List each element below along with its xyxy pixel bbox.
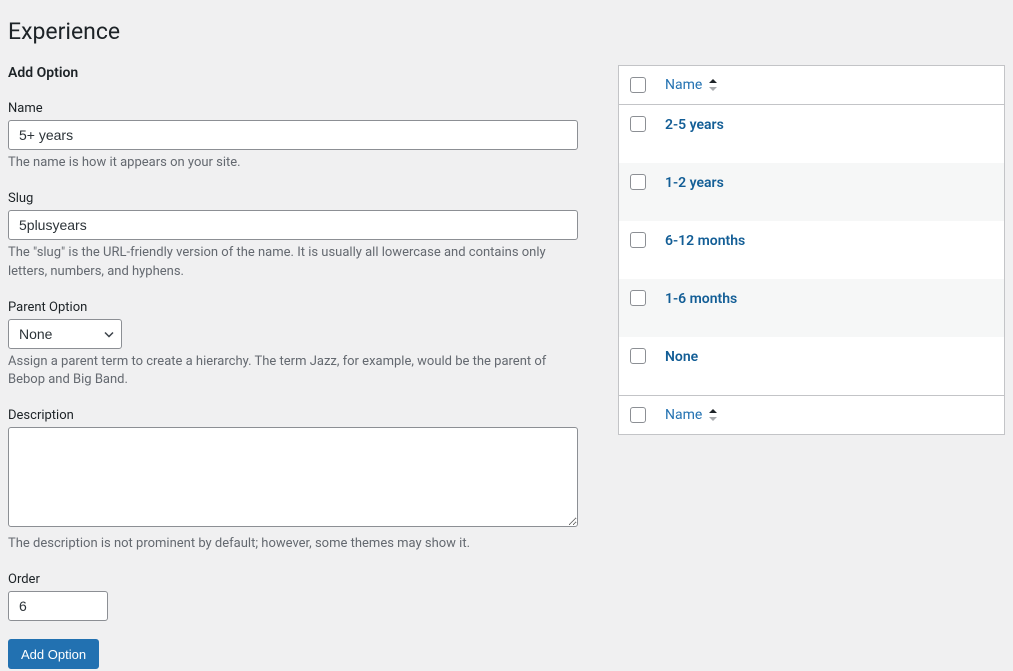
description-help: The description is not prominent by defa… — [8, 535, 578, 554]
form-subtitle: Add Option — [8, 65, 578, 81]
select-all-checkbox-bottom[interactable] — [630, 407, 646, 423]
table-row: 1-2 years — [619, 163, 1004, 221]
parent-label: Parent Option — [8, 300, 578, 315]
term-link[interactable]: 1-6 months — [665, 291, 737, 307]
order-input[interactable] — [8, 591, 108, 621]
table-row: 1-6 months — [619, 279, 1004, 337]
description-label: Description — [8, 408, 578, 423]
select-all-checkbox-top[interactable] — [630, 77, 646, 93]
table-row: None — [619, 337, 1004, 395]
row-checkbox[interactable] — [630, 290, 646, 306]
name-input[interactable] — [8, 120, 578, 150]
slug-label: Slug — [8, 191, 578, 206]
sort-icon — [708, 79, 718, 91]
row-checkbox[interactable] — [630, 116, 646, 132]
col-name-header[interactable]: Name — [655, 66, 1004, 105]
row-checkbox[interactable] — [630, 174, 646, 190]
slug-input[interactable] — [8, 210, 578, 240]
term-link[interactable]: 6-12 months — [665, 233, 745, 249]
table-row: 6-12 months — [619, 221, 1004, 279]
term-link[interactable]: 2-5 years — [665, 117, 724, 133]
row-checkbox[interactable] — [630, 348, 646, 364]
order-label: Order — [8, 572, 578, 587]
add-option-form: Add Option Name The name is how it appea… — [8, 65, 578, 669]
row-checkbox[interactable] — [630, 232, 646, 248]
name-label: Name — [8, 101, 578, 116]
name-help: The name is how it appears on your site. — [8, 154, 578, 173]
parent-select[interactable]: None — [8, 319, 122, 349]
col-name-label-footer: Name — [665, 407, 702, 423]
term-link[interactable]: 1-2 years — [665, 175, 724, 191]
col-name-label: Name — [665, 77, 702, 93]
description-input[interactable] — [8, 427, 578, 527]
slug-help: The "slug" is the URL-friendly version o… — [8, 244, 578, 282]
parent-help: Assign a parent term to create a hierarc… — [8, 353, 578, 391]
term-link[interactable]: None — [665, 349, 698, 365]
terms-list: Name 2-5 years 1-2 years 6-12 months 1-6 mo… — [618, 65, 1005, 669]
page-title: Experience — [8, 18, 1005, 45]
col-name-footer[interactable]: Name — [655, 395, 1004, 434]
add-option-button[interactable]: Add Option — [8, 639, 99, 669]
table-row: 2-5 years — [619, 105, 1004, 163]
sort-icon — [708, 409, 718, 421]
